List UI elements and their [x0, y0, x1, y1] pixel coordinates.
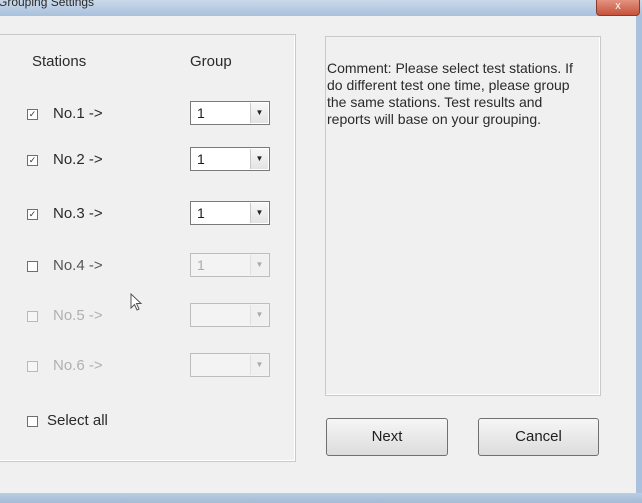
chevron-down-icon[interactable]: ▼: [250, 149, 268, 169]
station-2-label: No.2 ->: [53, 151, 103, 168]
station-1-group-select[interactable]: 1 ▼: [190, 101, 270, 125]
station-row-3: ✓ No.3 -> 1 ▼: [0, 201, 296, 228]
window-frame-bottom: [0, 493, 642, 503]
station-2-checkbox[interactable]: ✓: [27, 155, 38, 166]
station-1-checkbox[interactable]: ✓: [27, 109, 38, 120]
mouse-pointer-icon: [130, 293, 143, 311]
station-6-label: No.6 ->: [53, 357, 103, 374]
select-all-checkbox[interactable]: [27, 416, 38, 427]
station-4-group-select: 1 ▼: [190, 253, 270, 277]
station-row-6: No.6 -> ▼: [0, 353, 296, 380]
station-6-group-select: ▼: [190, 353, 270, 377]
station-4-checkbox[interactable]: [27, 261, 38, 272]
station-1-label: No.1 ->: [53, 105, 103, 122]
station-3-checkbox[interactable]: ✓: [27, 209, 38, 220]
stations-header: Stations: [32, 53, 87, 70]
station-3-group-select[interactable]: 1 ▼: [190, 201, 270, 225]
station-3-label: No.3 ->: [53, 205, 103, 222]
station-4-group-value: 1: [197, 257, 205, 273]
station-3-group-value: 1: [197, 205, 205, 221]
station-5-group-select: ▼: [190, 303, 270, 327]
station-row-5: No.5 -> ▼: [0, 303, 296, 330]
stations-group-panel: [0, 34, 296, 462]
select-all-row: Select all: [0, 410, 296, 434]
station-2-group-select[interactable]: 1 ▼: [190, 147, 270, 171]
chevron-down-icon[interactable]: ▼: [250, 203, 268, 223]
select-all-label: Select all: [47, 412, 108, 429]
station-6-checkbox: [27, 361, 38, 372]
chevron-down-icon: ▼: [250, 355, 268, 375]
station-5-label: No.5 ->: [53, 307, 103, 324]
station-1-group-value: 1: [197, 105, 205, 121]
window-frame-right: [636, 16, 642, 503]
comment-text: Comment: Please select test stations. If…: [327, 60, 573, 127]
next-button[interactable]: Next: [326, 418, 448, 456]
station-4-label: No.4 ->: [53, 257, 103, 274]
station-2-group-value: 1: [197, 151, 205, 167]
chevron-down-icon[interactable]: ▼: [250, 103, 268, 123]
close-icon: x: [615, 0, 621, 12]
station-row-4: No.4 -> 1 ▼: [0, 253, 296, 280]
group-header: Group: [190, 53, 232, 70]
chevron-down-icon: ▼: [250, 255, 268, 275]
station-row-2: ✓ No.2 -> 1 ▼: [0, 147, 296, 174]
station-row-1: ✓ No.1 -> 1 ▼: [0, 101, 296, 128]
window-title: Grouping Settings: [0, 0, 95, 9]
chevron-down-icon: ▼: [250, 305, 268, 325]
station-5-checkbox: [27, 311, 38, 322]
close-button[interactable]: x: [596, 0, 640, 16]
cancel-button[interactable]: Cancel: [478, 418, 599, 456]
title-bar: Grouping Settings x: [0, 0, 642, 17]
